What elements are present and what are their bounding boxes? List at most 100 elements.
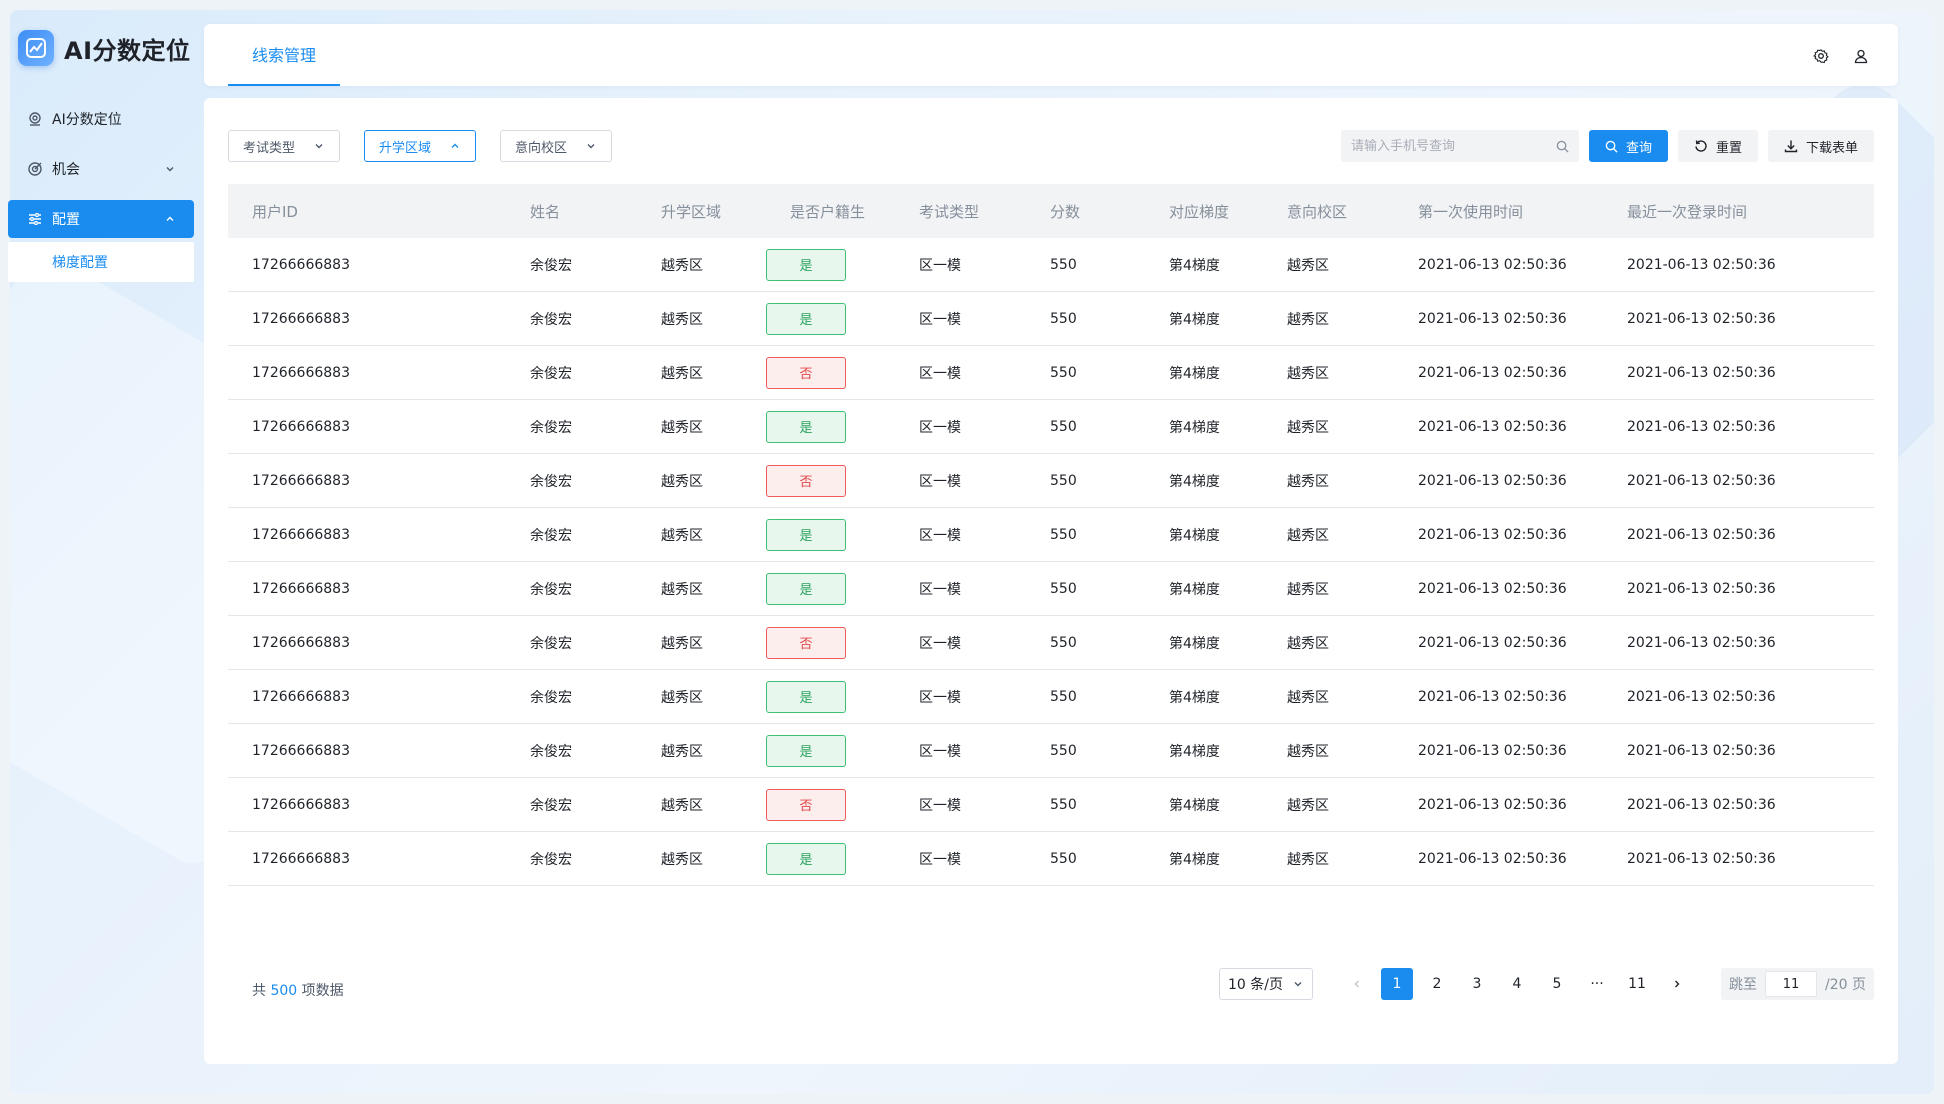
sidebar-item-ai-score[interactable]: AI分数定位	[8, 100, 194, 138]
table-row[interactable]: 17266666883 余俊宏 越秀区 是 区一模 550 第4梯度 越秀区 2021-06-1…	[228, 832, 1874, 886]
header-cell[interactable]: 对应梯度	[1145, 201, 1263, 222]
header-cell[interactable]: 第一次使用时间	[1394, 201, 1603, 222]
table-cell: 17266666883	[252, 634, 350, 651]
table-row[interactable]: 17266666883 余俊宏 越秀区 是 区一模 550 第4梯度 越秀区 2021-06-1…	[228, 724, 1874, 778]
table-cell: 越秀区	[1287, 797, 1329, 814]
settings-icon[interactable]	[1812, 47, 1830, 65]
search-input[interactable]	[1350, 138, 1556, 154]
tab-lead-management[interactable]: 线索管理	[228, 24, 341, 86]
page-button[interactable]: 5	[1541, 968, 1573, 1000]
table-cell: 第4梯度	[1169, 473, 1220, 490]
header-cell[interactable]: 分数	[1026, 201, 1145, 222]
table-cell: 2021-06-13 02:50:36	[1627, 688, 1776, 705]
table-cell: 17266666883	[252, 526, 350, 543]
chevron-down-icon	[1294, 982, 1302, 987]
table-row[interactable]: 17266666883 余俊宏 越秀区 否 区一模 550 第4梯度 越秀区 2021-06-1…	[228, 778, 1874, 832]
header-cell[interactable]: 意向校区	[1263, 201, 1394, 222]
header-cell[interactable]: 用户ID	[228, 201, 506, 222]
next-page-button[interactable]	[1661, 968, 1693, 1000]
table-cell: 余俊宏	[530, 851, 572, 868]
header-cell[interactable]: 考试类型	[895, 201, 1026, 222]
reset-button[interactable]: 重置	[1677, 130, 1758, 162]
table-body: 17266666883 余俊宏 越秀区是区一模 550 第4梯度 越秀区 2021-06-1…	[228, 238, 1874, 886]
page-size-label: 10 条/页	[1228, 977, 1283, 993]
residency-badge: 是	[766, 248, 846, 281]
residency-badge: 是	[766, 572, 846, 605]
page-button[interactable]: 1	[1381, 968, 1414, 1000]
search-icon[interactable]	[1556, 140, 1569, 153]
campus-select[interactable]: 意向校区	[500, 130, 612, 162]
table-row[interactable]: 17266666883 余俊宏 越秀区 否 区一模 550 第4梯度 越秀区 2021-06-1…	[228, 616, 1874, 670]
table-row[interactable]: 17266666883 余俊宏 越秀区 是 区一模 550 第4梯度 越秀区 2021-06-1…	[228, 238, 1874, 292]
header-cell[interactable]: 最近一次登录时间	[1603, 201, 1874, 222]
page-button[interactable]: 11	[1621, 968, 1653, 1000]
page-button[interactable]: 2	[1421, 968, 1453, 1000]
table-row[interactable]: 17266666883 余俊宏 越秀区 是 区一模 550 第4梯度 越秀区 2021-06-1…	[228, 562, 1874, 616]
table-cell: 550	[1050, 796, 1077, 813]
chevron-right-icon	[1675, 980, 1680, 988]
sidebar-subitem-gradient-config[interactable]: 梯度配置	[8, 242, 194, 282]
table-cell: 越秀区	[661, 257, 703, 274]
residency-cell: 是	[766, 302, 895, 335]
target-icon	[26, 160, 44, 178]
total-count-text: 共 500 项数据	[252, 980, 344, 1000]
header-cell[interactable]: 是否户籍生	[766, 201, 895, 222]
download-label: 下载表单	[1805, 140, 1858, 156]
table-cell: 550	[1050, 256, 1077, 273]
table-cell: 550	[1050, 364, 1077, 381]
table-cell: 区一模	[919, 689, 961, 706]
jump-page-input[interactable]	[1765, 971, 1818, 997]
chevron-down-icon	[587, 144, 595, 149]
table-cell: 越秀区	[1287, 257, 1329, 274]
table-row[interactable]: 17266666883 余俊宏 越秀区 是 区一模 550 第4梯度 越秀区 2021-06-1…	[228, 292, 1874, 346]
table-row[interactable]: 17266666883 余俊宏 越秀区 否 区一模 550 第4梯度 越秀区 2021-06-1…	[228, 346, 1874, 400]
table-cell: 17266666883	[252, 256, 350, 273]
page-button[interactable]: 4	[1501, 968, 1533, 1000]
table-row[interactable]: 17266666883 余俊宏 越秀区 是 区一模 550 第4梯度 越秀区 2021-06-1…	[228, 508, 1874, 562]
table-cell: 越秀区	[1287, 689, 1329, 706]
page-button[interactable]: 3	[1461, 968, 1493, 1000]
download-button[interactable]: 下载表单	[1767, 130, 1874, 162]
table-cell: 17266666883	[252, 688, 350, 705]
user-icon[interactable]	[1852, 47, 1870, 65]
residency-badge: 否	[766, 464, 846, 497]
table-cell: 2021-06-13 02:50:36	[1418, 526, 1567, 543]
table-row[interactable]: 17266666883 余俊宏 越秀区 是 区一模 550 第4梯度 越秀区 2021-06-1…	[228, 400, 1874, 454]
prev-page-button[interactable]	[1341, 968, 1373, 1000]
total-suffix: 项数据	[301, 983, 344, 999]
page-size-select[interactable]: 10 条/页	[1219, 968, 1314, 1000]
table-cell: 余俊宏	[530, 311, 572, 328]
sidebar-item-config[interactable]: 配置	[8, 200, 194, 238]
table-cell: 2021-06-13 02:50:36	[1418, 850, 1567, 867]
table-cell: 17266666883	[252, 418, 350, 435]
table-cell: 17266666883	[252, 850, 350, 867]
region-label: 升学区域	[379, 140, 432, 156]
residency-badge: 是	[766, 518, 846, 551]
table-cell: 2021-06-13 02:50:36	[1627, 796, 1776, 813]
table-cell: 17266666883	[252, 364, 350, 381]
chevron-up-icon	[451, 143, 459, 148]
table-cell: 第4梯度	[1169, 527, 1220, 544]
table-row[interactable]: 17266666883 余俊宏 越秀区 否 区一模 550 第4梯度 越秀区 2021-06-1…	[228, 454, 1874, 508]
page-ellipsis[interactable]: ···	[1581, 968, 1613, 1000]
sidebar-item-opportunity[interactable]: 机会	[8, 150, 194, 188]
table-cell: 2021-06-13 02:50:36	[1418, 418, 1567, 435]
header-cell[interactable]: 姓名	[506, 201, 637, 222]
residency-cell: 是	[766, 248, 895, 281]
table-cell: 2021-06-13 02:50:36	[1418, 688, 1567, 705]
exam-type-select[interactable]: 考试类型	[228, 130, 340, 162]
table-row[interactable]: 17266666883 余俊宏 越秀区 是 区一模 550 第4梯度 越秀区 2021-06-1…	[228, 670, 1874, 724]
table-cell: 2021-06-13 02:50:36	[1627, 418, 1776, 435]
table-header: 用户ID 姓名 升学区域 是否户籍生 考试类型 分数 对应梯度 意向校区 第一次…	[228, 184, 1874, 238]
query-button[interactable]: 查询	[1588, 130, 1668, 162]
table-cell: 550	[1050, 634, 1077, 651]
table-cell: 区一模	[919, 635, 961, 652]
table-cell: 越秀区	[661, 851, 703, 868]
table-cell: 550	[1050, 742, 1077, 759]
region-select[interactable]: 升学区域	[364, 130, 476, 162]
header-cell[interactable]: 升学区域	[637, 201, 766, 222]
app-logo: AI分数定位	[18, 30, 191, 66]
residency-badge: 否	[766, 626, 846, 659]
table-cell: 2021-06-13 02:50:36	[1418, 796, 1567, 813]
table-cell: 越秀区	[661, 689, 703, 706]
